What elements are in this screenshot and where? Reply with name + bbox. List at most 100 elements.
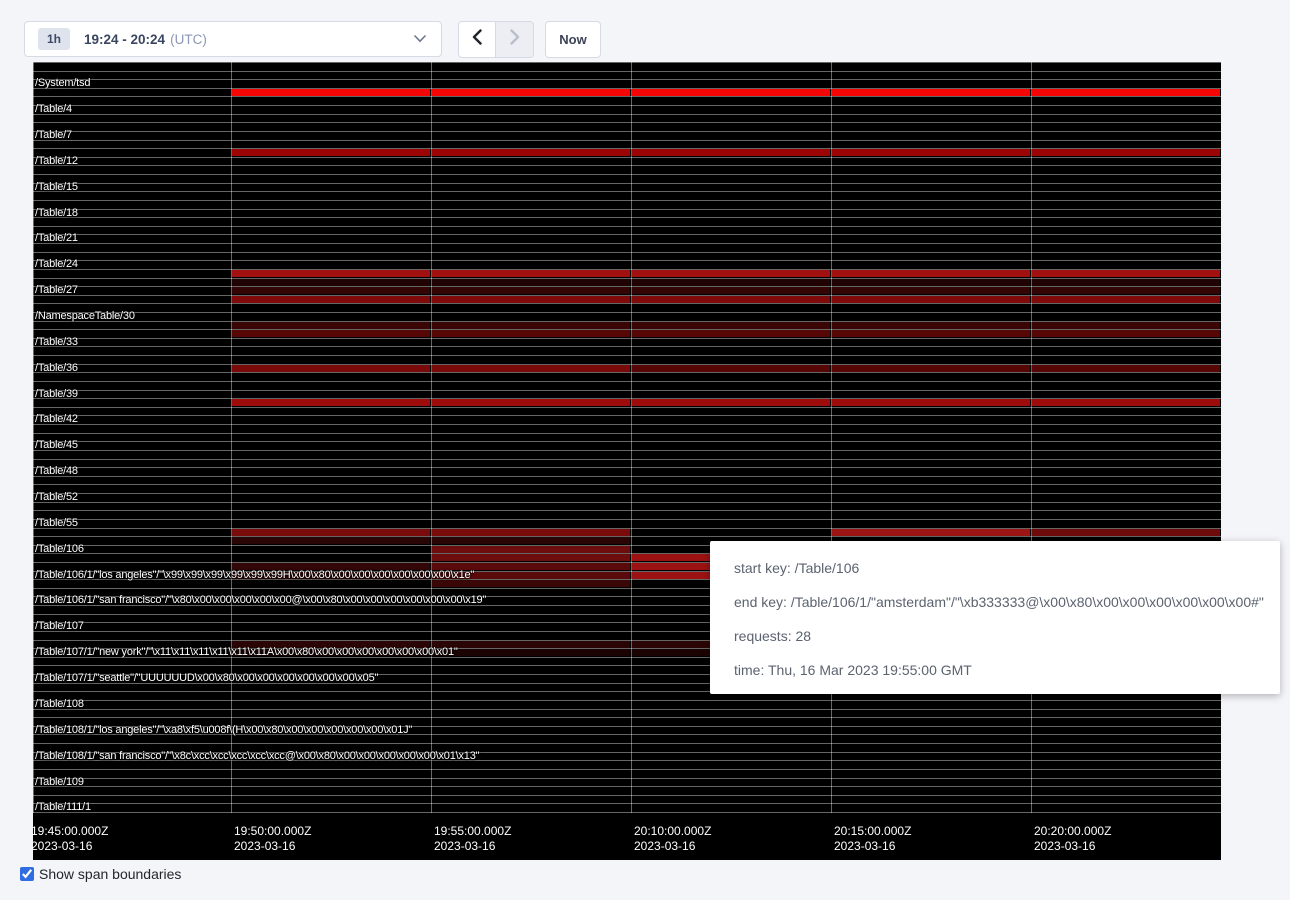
heat-band[interactable] <box>832 279 1030 286</box>
heat-band[interactable] <box>432 365 630 372</box>
heat-band[interactable] <box>432 270 630 277</box>
x-axis-date: 2023-03-16 <box>31 839 108 854</box>
heat-band[interactable] <box>832 149 1030 156</box>
row-label: /Table/106/1/"los angeles"/"\x99\x99\x99… <box>35 570 474 581</box>
heat-band[interactable] <box>432 279 630 286</box>
prev-time-button[interactable] <box>458 21 496 58</box>
heat-band[interactable] <box>832 365 1030 372</box>
heat-band[interactable] <box>432 296 630 303</box>
heat-band[interactable] <box>632 330 830 337</box>
heat-band[interactable] <box>632 287 830 294</box>
key-visualizer-heatmap[interactable]: /System/tsd/Table/4/Table/7/Table/12/Tab… <box>33 62 1221 860</box>
row-label: /Table/106/1/"san francisco"/"\x80\x00\x… <box>35 595 486 606</box>
heat-band[interactable] <box>832 330 1030 337</box>
heat-band[interactable] <box>632 365 830 372</box>
heat-band[interactable] <box>232 322 430 329</box>
x-axis-date: 2023-03-16 <box>1034 839 1111 854</box>
now-button[interactable]: Now <box>545 21 601 58</box>
x-axis-date: 2023-03-16 <box>834 839 911 854</box>
key-visualizer-page: 1h 19:24 - 20:24 (UTC) Now /System/tsd/T… <box>0 0 1290 900</box>
row-label: /System/tsd <box>35 78 90 89</box>
heat-band[interactable] <box>632 270 830 277</box>
gridline-horizontal <box>33 243 1221 244</box>
x-axis-tick: 20:20:00.000Z2023-03-16 <box>1034 824 1111 854</box>
heat-band[interactable] <box>832 287 1030 294</box>
heat-band[interactable] <box>232 149 430 156</box>
heat-band[interactable] <box>1032 270 1220 277</box>
gridline-horizontal <box>33 450 1221 451</box>
heat-band[interactable] <box>1032 529 1220 536</box>
gridline-horizontal <box>33 278 1221 279</box>
heat-band[interactable] <box>832 296 1030 303</box>
heat-band[interactable] <box>432 580 630 587</box>
heat-band[interactable] <box>1032 330 1220 337</box>
heat-band[interactable] <box>432 529 630 536</box>
heat-band[interactable] <box>232 537 430 544</box>
row-label: /Table/27 <box>35 285 78 296</box>
heat-band[interactable] <box>432 287 630 294</box>
gridline-horizontal <box>33 71 1221 72</box>
heat-band[interactable] <box>1032 149 1220 156</box>
x-axis-tick: 19:55:00.000Z2023-03-16 <box>434 824 511 854</box>
tooltip-requests: requests: 28 <box>734 619 1256 653</box>
heat-band[interactable] <box>232 287 430 294</box>
show-span-boundaries-label: Show span boundaries <box>39 866 181 882</box>
gridline-horizontal <box>33 493 1221 494</box>
heat-band[interactable] <box>432 554 630 561</box>
heat-band[interactable] <box>832 399 1030 406</box>
row-label: /Table/55 <box>35 518 78 529</box>
x-axis-tick: 20:10:00.000Z2023-03-16 <box>634 824 711 854</box>
heat-band[interactable] <box>832 529 1030 536</box>
heat-band[interactable] <box>632 89 830 96</box>
heat-band[interactable] <box>1032 399 1220 406</box>
gridline-vertical <box>831 62 832 813</box>
heat-band[interactable] <box>1032 287 1220 294</box>
row-label: /Table/108/1/"san francisco"/"\x8c\xcc\x… <box>35 751 479 762</box>
heat-band[interactable] <box>432 641 630 648</box>
row-label: /Table/107/1/"new york"/"\x11\x11\x11\x1… <box>35 647 458 658</box>
heat-band[interactable] <box>232 529 430 536</box>
hover-tooltip: start key: /Table/106 end key: /Table/10… <box>710 541 1280 694</box>
heat-band[interactable] <box>832 89 1030 96</box>
heat-band[interactable] <box>232 296 430 303</box>
heat-band[interactable] <box>1032 279 1220 286</box>
heat-band[interactable] <box>1032 296 1220 303</box>
x-axis-time: 20:20:00.000Z <box>1034 824 1111 839</box>
heat-band[interactable] <box>232 399 430 406</box>
heat-band[interactable] <box>632 279 830 286</box>
show-span-boundaries-checkbox[interactable] <box>20 867 34 881</box>
heat-band[interactable] <box>432 322 630 329</box>
row-label: /Table/15 <box>35 182 78 193</box>
time-range-selector[interactable]: 1h 19:24 - 20:24 (UTC) <box>24 21 442 57</box>
gridline-horizontal <box>33 415 1221 416</box>
row-label: /Table/108 <box>35 699 84 710</box>
heat-band[interactable] <box>632 322 830 329</box>
heat-band[interactable] <box>1032 89 1220 96</box>
heat-band[interactable] <box>632 399 830 406</box>
heat-band[interactable] <box>232 270 430 277</box>
heat-band[interactable] <box>232 89 430 96</box>
heat-band[interactable] <box>432 546 630 553</box>
heat-band[interactable] <box>432 399 630 406</box>
heat-band[interactable] <box>432 330 630 337</box>
heat-band[interactable] <box>832 270 1030 277</box>
heat-band[interactable] <box>432 149 630 156</box>
heat-band[interactable] <box>232 279 430 286</box>
gridline-horizontal <box>33 165 1221 166</box>
gridline-horizontal <box>33 424 1221 425</box>
heat-band[interactable] <box>632 296 830 303</box>
gridline-horizontal <box>33 321 1221 322</box>
heat-band[interactable] <box>432 537 630 544</box>
heat-band[interactable] <box>232 365 430 372</box>
heat-band[interactable] <box>432 649 630 656</box>
heat-band[interactable] <box>1032 365 1220 372</box>
gridline-vertical <box>631 62 632 813</box>
heat-band[interactable] <box>632 149 830 156</box>
row-label: /Table/48 <box>35 466 78 477</box>
heat-band[interactable] <box>1032 322 1220 329</box>
next-time-button[interactable] <box>496 21 534 58</box>
heat-band[interactable] <box>232 330 430 337</box>
gridline-horizontal <box>33 812 1221 813</box>
heat-band[interactable] <box>432 89 630 96</box>
heat-band[interactable] <box>832 322 1030 329</box>
